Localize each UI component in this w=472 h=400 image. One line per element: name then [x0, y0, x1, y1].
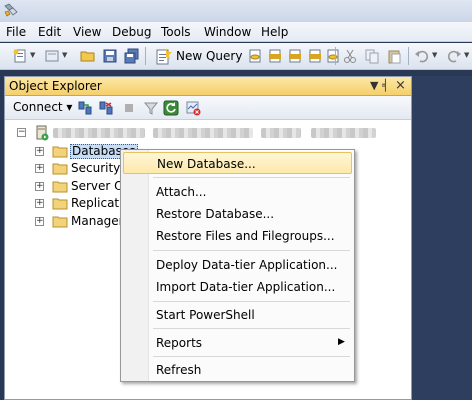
connect-button[interactable]: Connect ▾	[13, 100, 72, 114]
mdx-query-icon[interactable]	[267, 48, 283, 64]
add-item-dropdown-icon[interactable]: ▼	[62, 51, 67, 59]
expand-icon[interactable]: +	[35, 182, 44, 191]
toolbar-separator	[145, 47, 146, 65]
menu-debug[interactable]: Debug	[112, 25, 151, 39]
undo-dropdown-icon[interactable]: ▼	[432, 51, 437, 59]
menu-item-start-powershell[interactable]: Start PowerShell	[123, 304, 352, 326]
ssms-logo-icon	[4, 3, 18, 17]
undo-icon[interactable]	[414, 48, 430, 64]
menu-tools[interactable]: Tools	[161, 25, 191, 39]
folder-icon	[52, 181, 68, 193]
object-explorer-titlebar: Object Explorer ▼ ╡ ×	[5, 77, 411, 96]
obscured-server-name	[311, 128, 376, 138]
paste-icon[interactable]	[386, 48, 402, 64]
filter-icon[interactable]	[143, 100, 159, 116]
tree-label-security: Security	[71, 161, 121, 175]
menu-separator	[153, 356, 350, 357]
copy-icon[interactable]	[364, 48, 380, 64]
expand-icon[interactable]: +	[35, 217, 44, 226]
title-bar	[0, 0, 472, 22]
menu-help[interactable]: Help	[261, 25, 288, 39]
new-project-dropdown-icon[interactable]: ▼	[30, 51, 35, 59]
menu-item-label: Deploy Data-tier Application...	[156, 258, 338, 272]
menu-item-label: Start PowerShell	[156, 308, 255, 322]
refresh-icon[interactable]	[163, 100, 179, 116]
folder-icon	[52, 216, 68, 228]
redo-dropdown-icon[interactable]: ▼	[464, 51, 469, 59]
disconnect-icon[interactable]	[98, 100, 114, 116]
menu-item-restore-files-filegroups[interactable]: Restore Files and Filegroups...	[123, 225, 352, 247]
object-explorer-toolbar: Connect ▾	[5, 96, 411, 120]
menu-item-restore-database[interactable]: Restore Database...	[123, 203, 352, 225]
expand-icon[interactable]: +	[35, 164, 44, 173]
collapse-icon[interactable]: −	[17, 128, 26, 137]
menu-item-refresh[interactable]: Refresh	[123, 359, 352, 381]
obscured-server-name	[153, 128, 253, 138]
connect-object-explorer-icon[interactable]	[77, 100, 93, 116]
menu-item-new-database[interactable]: New Database...	[123, 152, 352, 174]
expand-icon[interactable]: +	[35, 147, 44, 156]
pin-icon[interactable]: ▼ ╡	[370, 79, 389, 92]
document-area	[412, 76, 472, 400]
redo-icon[interactable]	[446, 48, 462, 64]
save-all-icon[interactable]	[124, 48, 140, 64]
menu-item-label: New Database...	[157, 157, 256, 171]
server-icon	[36, 125, 49, 141]
dmx-query-icon[interactable]	[287, 48, 303, 64]
context-menu: New Database... Attach... Restore Databa…	[120, 149, 355, 382]
menu-item-label: Refresh	[156, 363, 202, 377]
new-query-label: New Query	[176, 49, 243, 63]
menu-item-label: Import Data-tier Application...	[156, 280, 336, 294]
new-project-icon[interactable]	[12, 48, 28, 64]
expand-icon[interactable]: +	[35, 199, 44, 208]
menu-edit[interactable]: Edit	[38, 25, 61, 39]
menu-file[interactable]: File	[6, 25, 26, 39]
menu-separator	[153, 177, 350, 178]
folder-icon	[52, 146, 68, 158]
menu-item-label: Restore Files and Filegroups...	[156, 229, 335, 243]
server-node[interactable]: −	[13, 125, 393, 141]
add-item-icon[interactable]	[44, 48, 60, 64]
menu-item-reports[interactable]: Reports ▶	[123, 332, 352, 354]
menu-item-label: Restore Database...	[156, 207, 275, 221]
menu-item-import-data-tier[interactable]: Import Data-tier Application...	[123, 276, 352, 298]
activity-monitor-icon[interactable]	[185, 100, 201, 116]
cut-icon[interactable]	[342, 48, 358, 64]
toolbar-separator	[408, 47, 409, 65]
object-explorer-title: Object Explorer	[9, 79, 102, 93]
xmla-query-icon[interactable]	[307, 48, 323, 64]
menu-item-attach[interactable]: Attach...	[123, 181, 352, 203]
folder-icon	[52, 198, 68, 210]
menu-separator	[153, 301, 350, 302]
menu-separator	[153, 250, 350, 251]
toolbar-separator	[335, 47, 336, 65]
analysis-query-icon[interactable]	[325, 48, 341, 64]
menu-bar: File Edit View Debug Tools Window Help	[0, 22, 472, 42]
menu-separator	[153, 328, 350, 329]
database-engine-query-icon[interactable]	[247, 48, 263, 64]
menu-window[interactable]: Window	[204, 25, 251, 39]
obscured-server-name	[53, 128, 145, 138]
save-icon[interactable]	[102, 48, 118, 64]
main-toolbar: ▼ ▼ New Query ▼ ▼	[0, 43, 472, 70]
obscured-server-name	[261, 128, 301, 138]
open-folder-icon[interactable]	[80, 48, 96, 64]
menu-item-label: Attach...	[156, 185, 207, 199]
submenu-arrow-icon: ▶	[338, 337, 345, 347]
stop-icon[interactable]	[121, 100, 137, 116]
folder-icon	[52, 163, 68, 175]
close-icon[interactable]: ×	[395, 78, 406, 93]
menu-item-deploy-data-tier[interactable]: Deploy Data-tier Application...	[123, 254, 352, 276]
menu-view[interactable]: View	[73, 25, 101, 39]
menu-item-label: Reports	[156, 336, 203, 350]
new-query-icon	[156, 48, 172, 65]
